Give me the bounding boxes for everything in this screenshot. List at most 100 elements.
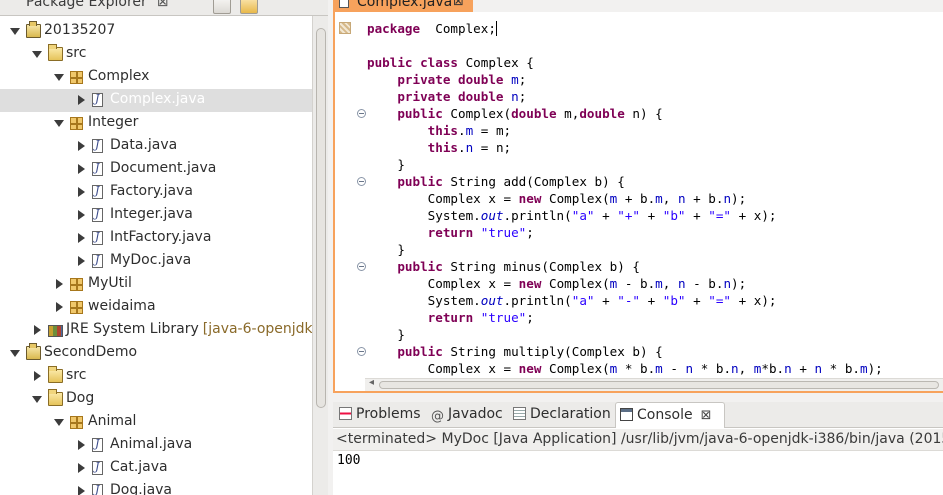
- chevron-right-icon[interactable]: [78, 210, 85, 220]
- tree-item[interactable]: Animal.java: [0, 434, 312, 457]
- close-icon[interactable]: ⊠: [701, 408, 712, 423]
- tab-console[interactable]: Console ⊠: [615, 402, 725, 428]
- tree-item[interactable]: IntFactory.java: [0, 227, 312, 250]
- tree-item[interactable]: Integer.java: [0, 204, 312, 227]
- code-line[interactable]: return "true";: [367, 309, 883, 326]
- tree-item[interactable]: Complex: [0, 66, 312, 89]
- tab-declaration[interactable]: Declaration: [511, 402, 615, 428]
- chevron-down-icon[interactable]: [10, 28, 20, 35]
- code-token: this: [427, 123, 459, 138]
- chevron-right-icon[interactable]: [56, 279, 63, 289]
- code-line[interactable]: private double n;: [367, 88, 883, 105]
- tree-item-label: Cat.java: [110, 459, 168, 475]
- code-line[interactable]: public Complex(double m,double n) {: [367, 105, 883, 122]
- tree-scrollbar-thumb[interactable]: [316, 28, 326, 408]
- chevron-down-icon[interactable]: [32, 51, 42, 58]
- editor-horizontal-scrollbar[interactable]: ◂: [365, 377, 943, 391]
- chevron-down-icon[interactable]: [32, 396, 42, 403]
- tree-item[interactable]: MyDoc.java: [0, 250, 312, 273]
- chevron-right-icon[interactable]: [56, 302, 63, 312]
- chevron-down-icon[interactable]: [10, 350, 20, 357]
- close-icon[interactable]: ⊠: [453, 0, 464, 9]
- fold-toggle-icon[interactable]: [357, 262, 366, 271]
- tab-problems[interactable]: Problems: [335, 402, 427, 428]
- code-line[interactable]: Complex x = new Complex(m + b.m, n + b.n…: [367, 190, 883, 207]
- chevron-right-icon[interactable]: [78, 233, 85, 243]
- chevron-down-icon[interactable]: [54, 74, 64, 81]
- code-text[interactable]: package Complex; public class Complex { p…: [367, 20, 883, 377]
- chevron-right-icon[interactable]: [78, 463, 85, 473]
- tree-item[interactable]: Dog: [0, 388, 312, 411]
- chevron-right-icon[interactable]: [78, 95, 85, 105]
- code-line[interactable]: public String multiply(Complex b) {: [367, 343, 883, 360]
- code-line[interactable]: Complex x = new Complex(m - b.m, n - b.n…: [367, 275, 883, 292]
- chevron-right-icon[interactable]: [34, 325, 41, 335]
- tree-item[interactable]: MyUtil: [0, 273, 312, 296]
- code-line[interactable]: public class Complex {: [367, 54, 883, 71]
- chevron-right-icon[interactable]: [34, 371, 41, 381]
- code-line[interactable]: Complex x = new Complex(m * b.m - n * b.…: [367, 360, 883, 377]
- tree-item[interactable]: 20135207: [0, 20, 312, 43]
- code-token: + x);: [730, 208, 777, 223]
- tree-item[interactable]: SecondDemo: [0, 342, 312, 365]
- code-line[interactable]: return "true";: [367, 224, 883, 241]
- code-line[interactable]: package Complex;: [367, 20, 883, 37]
- tree-item[interactable]: Integer: [0, 112, 312, 135]
- code-editor[interactable]: package Complex; public class Complex { p…: [333, 12, 943, 393]
- chevron-right-icon[interactable]: [78, 440, 85, 450]
- tree-item[interactable]: Animal: [0, 411, 312, 434]
- code-token: double: [511, 106, 557, 121]
- tree-item[interactable]: Document.java: [0, 158, 312, 181]
- link-with-editor-icon[interactable]: [240, 0, 258, 14]
- warning-marker-icon[interactable]: [339, 22, 351, 34]
- tree-item[interactable]: Data.java: [0, 135, 312, 158]
- fold-toggle-icon[interactable]: [357, 109, 366, 118]
- code-line[interactable]: this.n = n;: [367, 139, 883, 156]
- tree-item-label: Complex: [88, 68, 149, 84]
- chevron-down-icon[interactable]: [54, 120, 64, 127]
- code-line[interactable]: [367, 37, 883, 54]
- code-line[interactable]: this.m = m;: [367, 122, 883, 139]
- console-panel: Problems @ Javadoc Declaration Console ⊠ <…: [333, 402, 943, 495]
- tree-item[interactable]: Dog.java: [0, 480, 312, 495]
- fold-toggle-icon[interactable]: [357, 177, 366, 186]
- tree-item-label: SecondDemo: [44, 344, 137, 360]
- collapse-all-icon[interactable]: [213, 0, 231, 14]
- console-output[interactable]: 100: [337, 453, 360, 468]
- tree-item[interactable]: Cat.java: [0, 457, 312, 480]
- code-token: Complex x =: [367, 361, 519, 376]
- code-line[interactable]: System.out.println("a" + "-" + "b" + "="…: [367, 292, 883, 309]
- tree-item[interactable]: weidaima: [0, 296, 312, 319]
- code-line[interactable]: }: [367, 326, 883, 343]
- chevron-right-icon[interactable]: [78, 256, 85, 266]
- code-token: String add(Complex b) {: [442, 174, 625, 189]
- code-token: * b.: [693, 361, 732, 376]
- tree-item[interactable]: Factory.java: [0, 181, 312, 204]
- tree-item[interactable]: src: [0, 43, 312, 66]
- scroll-left-icon[interactable]: ◂: [369, 377, 374, 388]
- chevron-right-icon[interactable]: [78, 486, 85, 495]
- tab-javadoc[interactable]: @ Javadoc: [429, 402, 509, 428]
- editor-tab-complex-java[interactable]: Complex.java ⊠: [333, 0, 473, 12]
- fold-toggle-icon[interactable]: [357, 347, 366, 356]
- code-token: Complex {: [458, 55, 534, 70]
- package-explorer-tab[interactable]: Package Explorer ⊠: [26, 0, 169, 10]
- chevron-down-icon[interactable]: [54, 419, 64, 426]
- code-line[interactable]: }: [367, 241, 883, 258]
- code-line[interactable]: }: [367, 156, 883, 173]
- code-token: String multiply(Complex b) {: [442, 344, 663, 359]
- chevron-right-icon[interactable]: [78, 187, 85, 197]
- chevron-right-icon[interactable]: [78, 164, 85, 174]
- tree-vertical-scrollbar[interactable]: [312, 16, 328, 495]
- tree-item[interactable]: Complex.java: [0, 89, 312, 112]
- chevron-right-icon[interactable]: [78, 141, 85, 151]
- tree-item[interactable]: src: [0, 365, 312, 388]
- code-line[interactable]: System.out.println("a" + "+" + "b" + "="…: [367, 207, 883, 224]
- close-icon[interactable]: ⊠: [157, 0, 169, 10]
- code-line[interactable]: private double m;: [367, 71, 883, 88]
- code-line[interactable]: public String minus(Complex b) {: [367, 258, 883, 275]
- editor-scrollbar-thumb[interactable]: [379, 381, 939, 389]
- tree-item[interactable]: JRE System Library [java-6-openjdk-i38: [0, 319, 328, 342]
- code-line[interactable]: public String add(Complex b) {: [367, 173, 883, 190]
